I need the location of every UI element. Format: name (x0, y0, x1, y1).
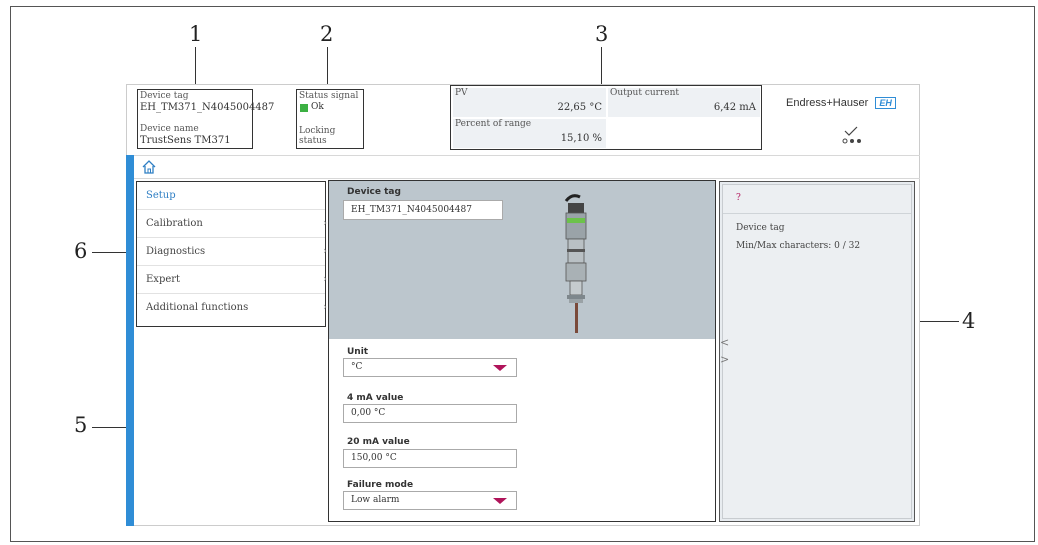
leader-line-4 (915, 321, 959, 322)
menu-item-additional-functions[interactable]: Additional functions › (137, 294, 327, 322)
status-box: Status signal Ok Locking status (296, 89, 364, 149)
setup-content-panel: Device tag EH_TM371_N4045004487 Unit °C … (328, 180, 716, 522)
brand-name: Endress+Hauser (786, 97, 869, 109)
chevron-right-icon: › (323, 218, 327, 229)
accent-sidebar-bar (126, 155, 134, 526)
pv-cell: PV 22,65 °C (453, 88, 606, 117)
device-tag-input[interactable]: EH_TM371_N4045004487 (343, 200, 503, 220)
failure-mode-label: Failure mode (347, 480, 414, 490)
callout-4: 4 (962, 309, 976, 333)
4ma-value-input[interactable]: 0,00 °C (343, 404, 517, 423)
failure-mode-select[interactable]: Low alarm (343, 491, 517, 510)
leader-line-1 (195, 47, 196, 89)
help-title: Device tag (736, 223, 785, 233)
menu-item-label: Additional functions (146, 302, 249, 313)
percent-range-cell: Percent of range 15,10 % (453, 119, 606, 148)
help-panel: ? Device tag Min/Max characters: 0 / 32 (719, 181, 915, 522)
pv-label: PV (455, 88, 468, 98)
help-question-icon: ? (736, 193, 741, 203)
callout-2: 2 (320, 22, 334, 46)
device-info-box: Device tag EH_TM371_N4045004487 Device n… (137, 89, 274, 149)
leader-line-3 (601, 47, 602, 85)
20ma-value-label: 20 mA value (347, 437, 410, 447)
brand-logo: Endress+Hauser EH (786, 97, 896, 109)
menu-item-label: Expert (146, 274, 181, 285)
menu-item-label: Calibration (146, 218, 203, 229)
unit-label: Unit (347, 347, 369, 357)
leader-line-2 (327, 47, 328, 89)
callout-5: 5 (74, 413, 88, 437)
device-thermometer-image (564, 194, 587, 333)
device-tag-value: EH_TM371_N4045004487 (140, 102, 275, 113)
menu-item-diagnostics[interactable]: Diagnostics › (137, 238, 327, 266)
device-tag-field-label: Device tag (347, 187, 401, 197)
unit-select[interactable]: °C (343, 358, 517, 377)
help-expand-right-icon[interactable]: > (720, 353, 729, 366)
device-name-label: Device name (140, 124, 199, 134)
unit-value: °C (351, 362, 363, 372)
callout-3: 3 (595, 22, 609, 46)
navigation-menu: Setup Calibration › Diagnostics › Expert… (136, 181, 327, 327)
menu-item-calibration[interactable]: Calibration › (137, 210, 327, 238)
brand-badge: EH (875, 97, 896, 109)
locking-status-label: Locking status (299, 126, 336, 146)
chevron-right-icon: › (323, 246, 327, 257)
help-collapse-left-icon[interactable]: < (720, 336, 729, 349)
callout-6: 6 (74, 239, 88, 263)
percent-range-value: 15,10 % (560, 133, 602, 144)
status-ok-icon (300, 104, 308, 112)
menu-item-label: Diagnostics (146, 246, 206, 257)
4ma-value-label: 4 mA value (347, 393, 404, 403)
status-value: Ok (311, 102, 324, 112)
output-current-cell: Output current 6,42 mA (608, 88, 760, 117)
device-image-area: Device tag EH_TM371_N4045004487 (329, 181, 715, 339)
nav-divider-top (134, 155, 920, 156)
help-divider (723, 213, 911, 214)
process-values-box: PV 22,65 °C Output current 6,42 mA Perce… (450, 85, 762, 150)
menu-item-expert[interactable]: Expert › (137, 266, 327, 294)
menu-item-setup[interactable]: Setup (137, 182, 325, 210)
percent-range-label: Percent of range (455, 119, 532, 129)
home-icon[interactable] (141, 159, 157, 179)
dropdown-arrow-icon (493, 365, 507, 371)
pv-value: 22,65 °C (557, 102, 602, 113)
20ma-value-input[interactable]: 150,00 °C (343, 449, 517, 468)
chevron-right-icon: › (323, 302, 327, 313)
status-signal-label: Status signal (299, 91, 359, 101)
device-tag-label: Device tag (140, 91, 189, 101)
chevron-right-icon: › (323, 274, 327, 285)
help-detail: Min/Max characters: 0 / 32 (736, 241, 861, 251)
help-panel-inner: ? Device tag Min/Max characters: 0 / 32 (722, 184, 912, 519)
connection-status-icon[interactable] (842, 126, 862, 150)
dropdown-arrow-icon (493, 498, 507, 504)
callout-1: 1 (189, 22, 203, 46)
failure-mode-value: Low alarm (351, 495, 400, 505)
output-current-value: 6,42 mA (713, 102, 756, 113)
nav-divider-bottom (134, 178, 920, 179)
output-current-label: Output current (610, 88, 680, 98)
menu-item-label: Setup (146, 190, 176, 201)
device-name-value: TrustSens TM371 (140, 135, 231, 146)
